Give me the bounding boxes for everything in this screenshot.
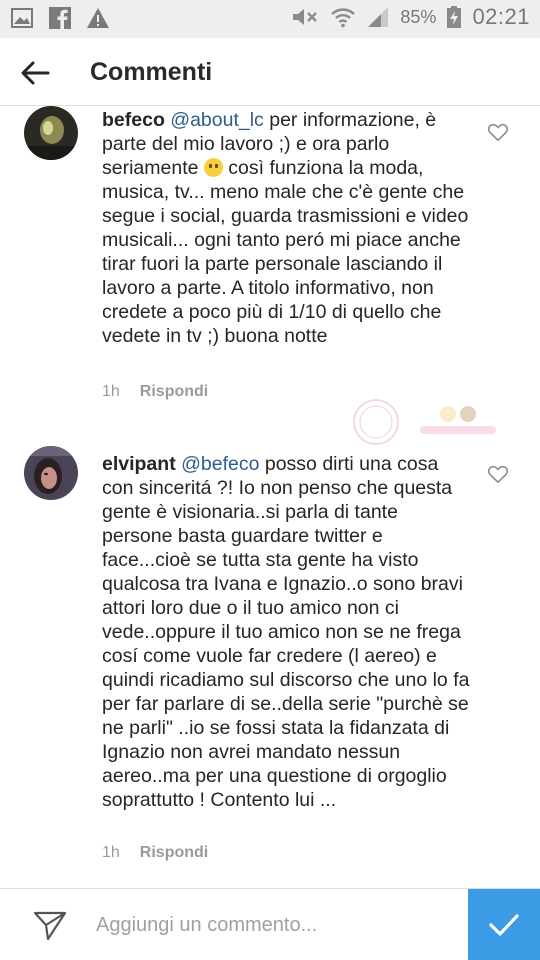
image-icon — [11, 8, 33, 28]
comment-meta: 1h Rispondi — [102, 844, 208, 862]
warning-icon — [87, 8, 109, 28]
comment-text-part: posso dirti una cosa con sinceritá ?! Io… — [102, 453, 470, 811]
app-header: Commenti — [0, 38, 540, 106]
comment-mention[interactable]: @befeco — [181, 453, 259, 475]
back-arrow-icon[interactable] — [18, 56, 52, 90]
battery-charging-icon — [447, 6, 462, 28]
avatar[interactable] — [24, 446, 78, 500]
comment-composer — [0, 888, 540, 960]
post-comment-button[interactable] — [468, 889, 540, 960]
wifi-icon — [331, 8, 356, 28]
signal-icon — [368, 7, 389, 27]
comment-input[interactable] — [96, 905, 456, 945]
battery-percent: 85% — [400, 6, 437, 27]
checkmark-icon — [489, 914, 519, 936]
slightly-smiling-emoji-icon — [203, 158, 223, 177]
comment-time: 1h — [102, 844, 120, 861]
like-heart-icon[interactable] — [487, 464, 509, 484]
comment-username[interactable]: elvipant — [102, 453, 176, 475]
clock: 02:21 — [472, 4, 530, 29]
comment-item: elvipant @befeco posso dirti una cosa co… — [0, 446, 540, 876]
reply-button[interactable]: Rispondi — [140, 844, 208, 862]
comment-meta: 1h Rispondi — [102, 383, 208, 401]
reply-button[interactable]: Rispondi — [140, 383, 208, 401]
status-notification-icons — [10, 6, 110, 30]
status-bar: 85% 02:21 — [0, 0, 540, 38]
watermark-logo — [353, 399, 496, 445]
comment-text: befeco @about_lc per informazione, è par… — [102, 108, 472, 348]
avatar-image — [24, 446, 78, 500]
like-heart-icon[interactable] — [487, 122, 509, 142]
comment-mention[interactable]: @about_lc — [170, 109, 264, 131]
status-system-icons: 85% 02:21 — [290, 4, 530, 30]
comment-item: befeco @about_lc per informazione, è par… — [0, 106, 540, 406]
comment-text: elvipant @befeco posso dirti una cosa co… — [102, 452, 472, 812]
comment-username[interactable]: befeco — [102, 109, 165, 131]
comment-time: 1h — [102, 383, 120, 400]
send-direct-icon[interactable] — [32, 909, 68, 943]
page-title: Commenti — [90, 58, 213, 86]
avatar[interactable] — [24, 106, 78, 160]
avatar-image — [24, 106, 78, 160]
facebook-icon — [49, 7, 71, 30]
mute-icon — [293, 9, 318, 25]
comment-text-part: così funziona la moda, musica, tv... men… — [102, 157, 469, 347]
